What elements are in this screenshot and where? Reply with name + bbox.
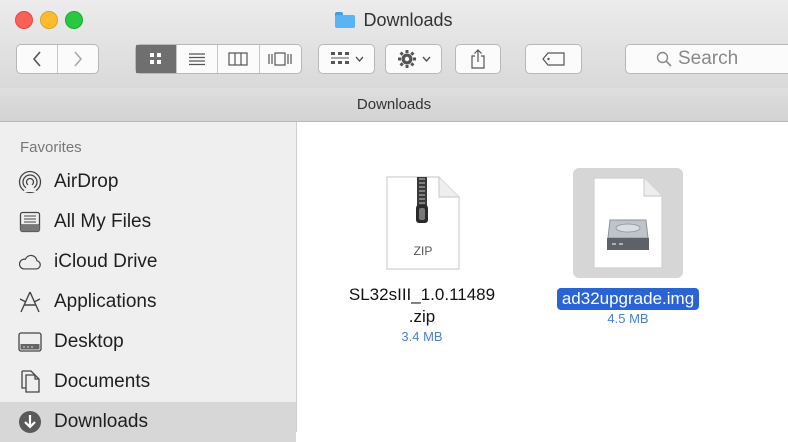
documents-icon (18, 370, 42, 394)
group-by-button[interactable] (318, 44, 375, 74)
tags-button[interactable] (525, 44, 582, 74)
sidebar: Favorites AirDrop All My Files iCloud Dr… (0, 122, 297, 442)
folder-icon (335, 12, 356, 28)
sidebar-item-label: Applications (54, 291, 157, 312)
grid-icon (149, 53, 161, 64)
forward-button[interactable] (58, 45, 99, 73)
window-title: Downloads (0, 9, 788, 31)
sidebar-item-all-my-files[interactable]: All My Files (0, 202, 296, 242)
sidebar-item-documents[interactable]: Documents (0, 362, 296, 402)
list-icon (188, 53, 205, 66)
cover-flow-view-button[interactable] (260, 45, 301, 73)
file-name-line-2: .zip (408, 307, 436, 326)
file-size: 4.5 MB (607, 311, 649, 326)
sidebar-item-applications[interactable]: Applications (0, 282, 296, 322)
file-item-img[interactable]: ad32upgrade.img 4.5 MB (543, 168, 713, 326)
chevron-right-icon (74, 51, 82, 67)
file-browser-content[interactable]: ZIP SL32sIII_1.0.11489 .zip 3.4 MB ad32u… (297, 122, 788, 432)
columns-icon (228, 52, 248, 66)
path-bar-label: Downloads (356, 96, 432, 113)
sidebar-item-label: Desktop (54, 331, 124, 352)
file-item-zip[interactable]: ZIP SL32sIII_1.0.11489 .zip 3.4 MB (327, 168, 517, 344)
window-title-text: Downloads (363, 9, 453, 30)
cloud-icon (18, 250, 42, 274)
zip-type-label: ZIP (414, 244, 433, 258)
path-bar: Downloads (0, 88, 788, 122)
column-view-button[interactable] (218, 45, 260, 73)
file-name-selected: ad32upgrade.img (556, 288, 700, 310)
back-forward-control (16, 44, 99, 74)
chevron-down-icon (354, 56, 364, 62)
sidebar-item-label: iCloud Drive (54, 251, 158, 272)
gear-icon (397, 50, 416, 68)
chevron-left-icon (32, 51, 41, 67)
tag-icon (541, 52, 565, 66)
zip-file-icon: ZIP (386, 176, 460, 270)
sidebar-item-airdrop[interactable]: AirDrop (0, 162, 296, 202)
cover-flow-icon (268, 52, 292, 66)
list-view-button[interactable] (177, 45, 219, 73)
sidebar-item-label: AirDrop (54, 171, 119, 192)
icon-view-button[interactable] (136, 45, 177, 73)
file-thumbnail-selected (573, 168, 683, 278)
sidebar-item-label: Downloads (54, 411, 148, 432)
sidebar-item-icloud-drive[interactable]: iCloud Drive (0, 242, 296, 282)
applications-icon (18, 290, 42, 314)
group-icon (330, 52, 349, 64)
chevron-down-icon (421, 56, 431, 62)
all-files-icon (18, 210, 42, 234)
file-name-line-1: SL32sIII_1.0.11489 (348, 285, 496, 304)
view-mode-control (135, 44, 302, 74)
sidebar-item-label: Documents (54, 371, 151, 392)
sidebar-section-header: Favorites (20, 139, 82, 156)
search-placeholder: Search (678, 48, 739, 69)
file-size: 3.4 MB (401, 329, 443, 344)
action-menu-button[interactable] (385, 44, 442, 74)
sidebar-item-label: All My Files (54, 211, 152, 232)
search-field[interactable]: Search (625, 44, 788, 74)
share-icon (471, 49, 485, 69)
disk-image-icon (593, 177, 663, 269)
airdrop-icon (18, 170, 42, 194)
downloads-icon (18, 410, 42, 434)
search-icon (656, 51, 672, 67)
sidebar-item-downloads[interactable]: Downloads (0, 402, 296, 442)
desktop-icon (18, 330, 42, 354)
back-button[interactable] (17, 45, 58, 73)
share-button[interactable] (455, 44, 501, 74)
file-thumbnail: ZIP (367, 168, 477, 278)
window-titlebar: Downloads Search (0, 0, 788, 89)
sidebar-item-desktop[interactable]: Desktop (0, 322, 296, 362)
